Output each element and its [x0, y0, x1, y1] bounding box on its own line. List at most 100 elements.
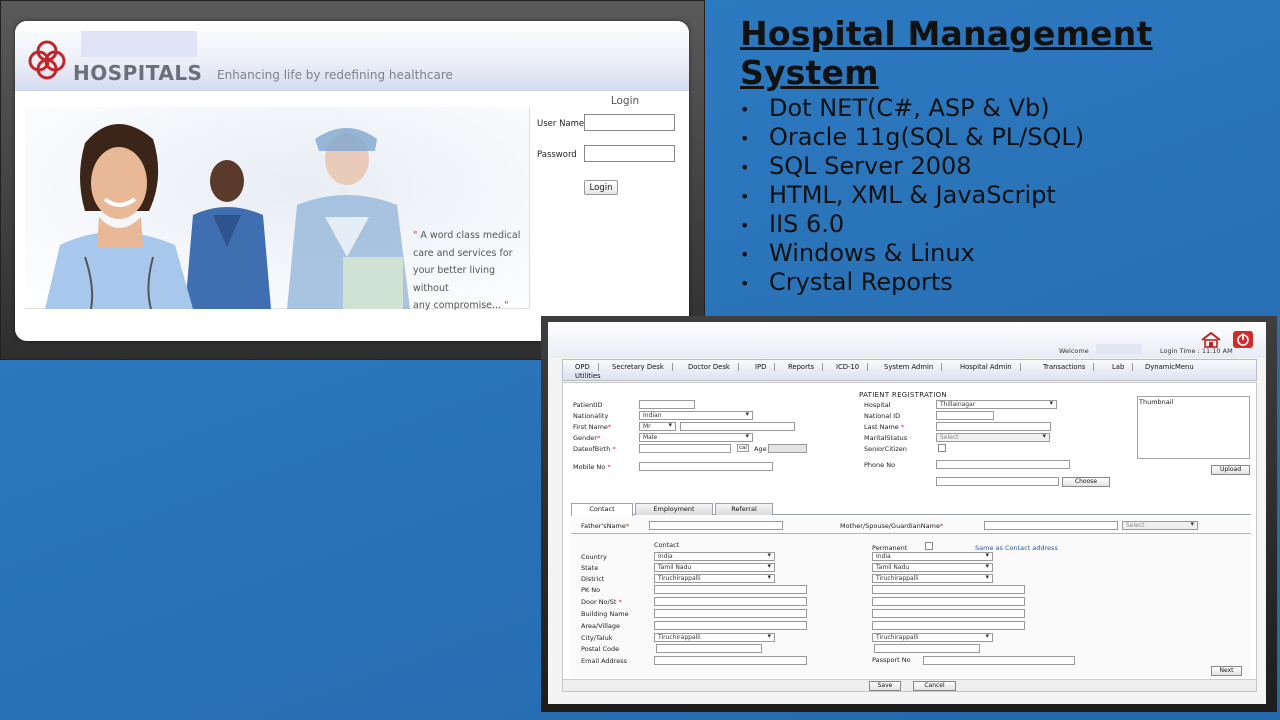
nationality-select[interactable]: Indian [639, 411, 753, 420]
form-title: PATIENT REGISTRATION [859, 391, 947, 399]
tech-item: • IIS 6.0 [740, 210, 845, 238]
registration-window: Welcome Login Time : 11:10 AM OPD Secret… [548, 322, 1266, 704]
menu-item-icd-10[interactable]: ICD-10 [836, 363, 869, 371]
contact-heading: Contact [654, 541, 680, 549]
permanent-building-field[interactable] [872, 609, 1025, 618]
permanent-label: Permanent [872, 544, 908, 552]
permanent-checkbox[interactable] [925, 542, 933, 550]
tech-item: • Crystal Reports [740, 268, 953, 296]
login-button[interactable]: Login [584, 180, 618, 195]
bullet-icon: • [740, 186, 750, 206]
login-time: Login Time : 11:10 AM [1160, 347, 1233, 355]
home-icon[interactable] [1200, 332, 1222, 348]
menu-item-doctor-desk[interactable]: Doctor Desk [688, 363, 739, 371]
permanent-area-field[interactable] [872, 621, 1025, 630]
nationality-label: Nationality [573, 412, 609, 420]
fathers-name-field[interactable] [649, 521, 783, 530]
main-menu: OPD Secretary Desk Doctor Desk IPD Repor… [562, 359, 1257, 381]
age-label: Age [754, 445, 767, 453]
logout-power-icon[interactable] [1233, 331, 1253, 348]
menu-item-utilities[interactable]: Utilities [575, 372, 609, 380]
login-window: HOSPITALS Enhancing life by redefining h… [15, 21, 689, 341]
menu-item-ipd[interactable]: IPD [755, 363, 776, 371]
menu-item-lab[interactable]: Lab [1112, 363, 1134, 371]
first-name-field[interactable] [680, 422, 795, 431]
contact-state-select[interactable]: Tamil Nadu [654, 563, 775, 572]
contact-area-field[interactable] [654, 621, 807, 630]
national-id-label: National ID [864, 412, 901, 420]
bullet-icon: • [740, 215, 750, 235]
email-field[interactable] [654, 656, 807, 665]
mother-name-label: Mother/Spouse/GuardianName* [840, 522, 944, 530]
username-input[interactable] [584, 114, 675, 131]
contact-postal-field[interactable] [656, 644, 762, 653]
permanent-pk-field[interactable] [872, 585, 1025, 594]
menu-item-secretary-desk[interactable]: Secretary Desk [612, 363, 673, 371]
marital-status-select[interactable]: Select [936, 433, 1050, 442]
brand-name: HOSPITALS [73, 61, 203, 85]
bullet-icon: • [740, 99, 750, 119]
menu-item-reports[interactable]: Reports [788, 363, 824, 371]
tab-contact[interactable]: Contact [571, 503, 633, 516]
gender-select[interactable]: Male [639, 433, 753, 442]
email-label: Email Address [581, 657, 627, 665]
last-name-field[interactable] [936, 422, 1051, 431]
tech-item: • HTML, XML & JavaScript [740, 181, 1056, 209]
menu-item-hospital-admin[interactable]: Hospital Admin [960, 363, 1021, 371]
save-button[interactable]: Save [869, 681, 901, 691]
first-name-label: First Name* [573, 423, 612, 431]
tab-referral[interactable]: Referral [715, 503, 773, 515]
contact-pk-field[interactable] [654, 585, 807, 594]
patient-id-field[interactable] [639, 400, 695, 409]
postal-code-label: Postal Code [581, 645, 620, 653]
tech-item: • Dot NET(C#, ASP & Vb) [740, 94, 1050, 122]
login-screenshot: HOSPITALS Enhancing life by redefining h… [0, 0, 705, 360]
national-id-field[interactable] [936, 411, 994, 420]
permanent-city-select[interactable]: Tiruchirappalli [872, 633, 993, 642]
password-label: Password [537, 150, 577, 160]
pk-no-label: PK No [581, 586, 601, 594]
contact-country-select[interactable]: India [654, 552, 775, 561]
thumbnail-label: Thumbnail [1139, 398, 1174, 406]
password-input[interactable] [584, 145, 675, 162]
dob-field[interactable] [639, 444, 731, 453]
tab-employment[interactable]: Employment [635, 503, 713, 515]
menu-item-system-admin[interactable]: System Admin [884, 363, 943, 371]
state-label: State [581, 564, 599, 572]
upload-button[interactable]: Upload [1211, 465, 1250, 475]
mobile-field[interactable] [639, 462, 773, 471]
tech-list: • Dot NET(C#, ASP & Vb) • Oracle 11g(SQL &… [740, 94, 1280, 297]
phone-field[interactable] [936, 460, 1070, 469]
senior-citizen-checkbox[interactable] [938, 444, 946, 452]
gender-label: Gender* [573, 434, 601, 442]
permanent-door-field[interactable] [872, 597, 1025, 606]
passport-field[interactable] [923, 656, 1075, 665]
tech-item: • Oracle 11g(SQL & PL/SQL) [740, 123, 1085, 151]
dob-label: DateofBirth * [573, 445, 616, 453]
hospital-select[interactable]: Thillainagar [936, 400, 1057, 409]
tech-item: • SQL Server 2008 [740, 152, 972, 180]
welcome-user-box [1096, 344, 1142, 354]
contact-district-select[interactable]: Tiruchirappalli [654, 574, 775, 583]
mother-name-field[interactable] [984, 521, 1118, 530]
permanent-country-select[interactable]: India [872, 552, 993, 561]
menu-item-dynamicmenu[interactable]: DynamicMenu [1145, 363, 1202, 371]
photo-path-field[interactable] [936, 477, 1059, 486]
menu-item-opd[interactable]: OPD [575, 363, 599, 371]
contact-city-select[interactable]: Tiruchirappalli [654, 633, 775, 642]
last-name-label: Last Name * [864, 423, 905, 431]
permanent-state-select[interactable]: Tamil Nadu [872, 563, 993, 572]
next-button[interactable]: Next [1211, 666, 1242, 676]
contact-door-field[interactable] [654, 597, 807, 606]
login-header: HOSPITALS Enhancing life by redefining h… [15, 21, 689, 91]
permanent-district-select[interactable]: Tiruchirappalli [872, 574, 993, 583]
cancel-button[interactable]: Cancel [913, 681, 956, 691]
choose-button[interactable]: Choose [1062, 477, 1110, 487]
mother-name-select[interactable]: Select [1122, 521, 1198, 530]
login-title: Login [610, 95, 640, 107]
contact-building-field[interactable] [654, 609, 807, 618]
calendar-icon[interactable]: cal [737, 444, 749, 452]
permanent-postal-field[interactable] [874, 644, 980, 653]
menu-item-transactions[interactable]: Transactions [1043, 363, 1095, 371]
title-select[interactable]: Mr [639, 422, 676, 431]
